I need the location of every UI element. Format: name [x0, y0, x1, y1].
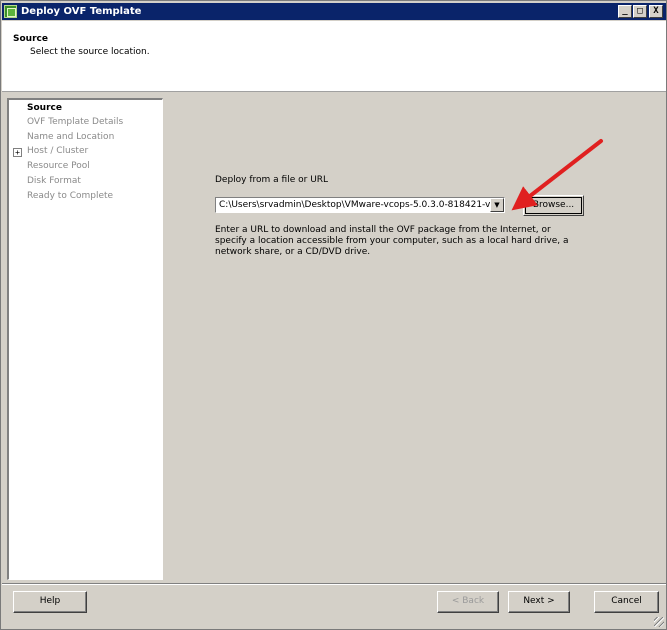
- cancel-button[interactable]: Cancel: [594, 591, 659, 613]
- nav-step-host-cluster[interactable]: Host / Cluster: [27, 146, 88, 156]
- main-content: Deploy from a file or URL C:\Users\srvad…: [166, 98, 663, 580]
- nav-step-ready-to-complete[interactable]: Ready to Complete: [27, 191, 113, 201]
- source-path-input[interactable]: C:\Users\srvadmin\Desktop\VMware-vcops-5…: [216, 200, 490, 210]
- help-button[interactable]: Help: [13, 591, 87, 613]
- nav-step-source[interactable]: Source: [27, 103, 62, 113]
- step-subtitle: Select the source location.: [30, 47, 150, 57]
- vsphere-app-icon: [4, 5, 17, 18]
- back-button[interactable]: < Back: [437, 591, 499, 613]
- maximize-button[interactable]: □: [633, 5, 647, 18]
- next-button[interactable]: Next >: [508, 591, 570, 613]
- deploy-ovf-window: Deploy OVF Template _ □ X Source Select …: [0, 0, 667, 630]
- title-bar[interactable]: Deploy OVF Template _ □ X: [2, 3, 666, 20]
- browse-button[interactable]: Browse...: [523, 195, 584, 216]
- source-field-label: Deploy from a file or URL: [215, 175, 329, 185]
- footer-divider: [2, 583, 666, 585]
- window-title: Deploy OVF Template: [21, 6, 142, 17]
- window-controls: _ □ X: [618, 5, 663, 18]
- dropdown-arrow-icon[interactable]: ▼: [490, 198, 504, 212]
- close-button[interactable]: X: [649, 5, 663, 18]
- wizard-header: Source Select the source location.: [2, 21, 666, 92]
- nav-step-disk-format[interactable]: Disk Format: [27, 176, 81, 186]
- nav-step-resource-pool[interactable]: Resource Pool: [27, 161, 90, 171]
- source-path-combobox[interactable]: C:\Users\srvadmin\Desktop\VMware-vcops-5…: [215, 197, 505, 213]
- source-description: Enter a URL to download and install the …: [215, 225, 569, 257]
- nav-step-name-and-location[interactable]: Name and Location: [27, 132, 114, 142]
- expand-icon[interactable]: +: [13, 148, 22, 157]
- wizard-step-list: Source OVF Template Details Name and Loc…: [7, 98, 163, 580]
- nav-step-ovf-template-details[interactable]: OVF Template Details: [27, 117, 123, 127]
- resize-grip-icon[interactable]: [654, 617, 664, 627]
- minimize-button[interactable]: _: [618, 5, 632, 18]
- step-title: Source: [13, 34, 48, 44]
